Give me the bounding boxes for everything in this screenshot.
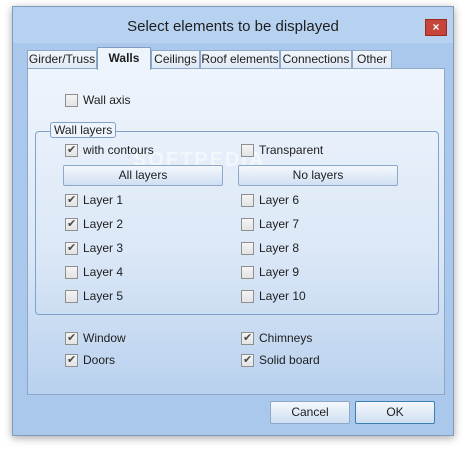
- checkbox-box: [241, 331, 254, 345]
- no-layers-button[interactable]: No layers: [238, 165, 398, 186]
- tab-strip: Girder/Truss Walls Ceilings Roof element…: [27, 47, 447, 70]
- tab-girder-truss[interactable]: Girder/Truss: [27, 50, 97, 69]
- tab-ceilings[interactable]: Ceilings: [151, 50, 200, 69]
- layer-7-checkbox[interactable]: Layer 7: [241, 216, 299, 232]
- solid-board-checkbox[interactable]: Solid board: [241, 352, 320, 368]
- layer-8-checkbox[interactable]: Layer 8: [241, 240, 299, 256]
- layer-1-checkbox[interactable]: Layer 1: [65, 192, 123, 208]
- close-button[interactable]: ×: [425, 19, 447, 36]
- layer-label: Layer 4: [83, 265, 124, 279]
- layer-label: Layer 9: [259, 265, 300, 279]
- tab-walls[interactable]: Walls: [97, 47, 151, 70]
- title-bar[interactable]: Select elements to be displayed ×: [13, 7, 453, 43]
- checkbox-box: [241, 241, 254, 255]
- checkbox-box: [65, 193, 78, 207]
- tab-connections[interactable]: Connections: [280, 50, 352, 69]
- window-label: Window: [83, 331, 126, 345]
- checkbox-box: [241, 217, 254, 231]
- checkbox-box: [65, 331, 78, 345]
- layer-label: Layer 10: [259, 289, 306, 303]
- wall-layers-group-label: Wall layers: [50, 122, 117, 138]
- transparent-label: Transparent: [259, 143, 324, 157]
- transparent-checkbox[interactable]: Transparent: [241, 142, 323, 158]
- layer-label: Layer 7: [259, 217, 300, 231]
- checkbox-box: [65, 289, 78, 303]
- wall-axis-label: Wall axis: [83, 93, 131, 107]
- checkbox-box: [241, 289, 254, 303]
- layer-10-checkbox[interactable]: Layer 10: [241, 288, 306, 304]
- chimneys-checkbox[interactable]: Chimneys: [241, 330, 312, 346]
- checkbox-box: [65, 143, 78, 157]
- window-checkbox[interactable]: Window: [65, 330, 126, 346]
- layer-label: Layer 8: [259, 241, 300, 255]
- layer-9-checkbox[interactable]: Layer 9: [241, 264, 299, 280]
- close-icon: ×: [432, 20, 440, 34]
- ok-button[interactable]: OK: [355, 401, 435, 424]
- layer-label: Layer 2: [83, 217, 124, 231]
- tab-roof-elements[interactable]: Roof elements: [200, 50, 280, 69]
- chimneys-label: Chimneys: [259, 331, 313, 345]
- wall-axis-checkbox[interactable]: Wall axis: [65, 92, 131, 108]
- layer-label: Layer 1: [83, 193, 124, 207]
- cancel-button[interactable]: Cancel: [270, 401, 350, 424]
- checkbox-box: [65, 217, 78, 231]
- layer-4-checkbox[interactable]: Layer 4: [65, 264, 123, 280]
- dialog-title: Select elements to be displayed: [127, 18, 339, 35]
- layer-label: Layer 6: [259, 193, 300, 207]
- checkbox-box: [65, 265, 78, 279]
- checkbox-box: [65, 93, 78, 107]
- layer-label: Layer 3: [83, 241, 124, 255]
- with-contours-label: with contours: [83, 143, 154, 157]
- checkbox-box: [241, 353, 254, 367]
- layer-2-checkbox[interactable]: Layer 2: [65, 216, 123, 232]
- checkbox-box: [241, 265, 254, 279]
- all-layers-button[interactable]: All layers: [63, 165, 223, 186]
- checkbox-box: [65, 241, 78, 255]
- checkbox-box: [241, 143, 254, 157]
- layer-3-checkbox[interactable]: Layer 3: [65, 240, 123, 256]
- solid-board-label: Solid board: [259, 353, 320, 367]
- with-contours-checkbox[interactable]: with contours: [65, 142, 154, 158]
- checkbox-box: [65, 353, 78, 367]
- layer-6-checkbox[interactable]: Layer 6: [241, 192, 299, 208]
- dialog-window: Select elements to be displayed × Girder…: [12, 6, 454, 436]
- layer-label: Layer 5: [83, 289, 124, 303]
- tab-other[interactable]: Other: [352, 50, 392, 69]
- doors-checkbox[interactable]: Doors: [65, 352, 115, 368]
- doors-label: Doors: [83, 353, 116, 367]
- layer-5-checkbox[interactable]: Layer 5: [65, 288, 123, 304]
- checkbox-box: [241, 193, 254, 207]
